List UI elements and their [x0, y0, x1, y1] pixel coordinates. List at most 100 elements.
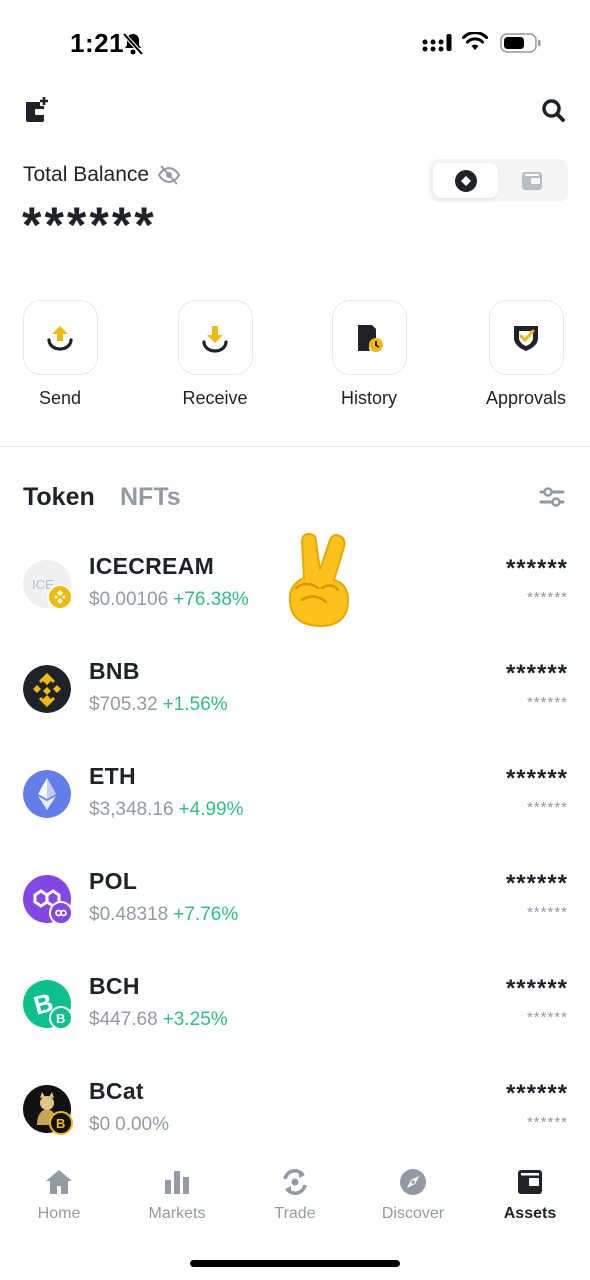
victory-hand-emoji-icon — [288, 532, 350, 628]
token-change: +4.99% — [178, 799, 244, 820]
approvals-button[interactable] — [488, 300, 564, 375]
nav-markets[interactable]: Markets — [118, 1167, 236, 1223]
svg-text:B: B — [56, 1116, 65, 1131]
token-value: ****** — [526, 1009, 568, 1026]
token-name: BNB — [89, 658, 140, 684]
markets-icon — [165, 1171, 189, 1194]
token-row[interactable]: B B BCH $447.68 +3.25% ****** ****** — [0, 973, 590, 1085]
bell-off-icon — [122, 32, 144, 56]
diamond-icon — [454, 169, 477, 192]
send-icon — [47, 325, 73, 351]
tab-token[interactable]: Token — [23, 483, 95, 512]
token-name: BCH — [89, 973, 140, 999]
eth-logo-icon — [23, 770, 71, 818]
nav-trade-label: Trade — [274, 1205, 316, 1222]
trade-icon — [283, 1169, 307, 1195]
nav-discover-label: Discover — [381, 1205, 445, 1222]
bcat-logo-icon: B — [23, 1085, 73, 1135]
icecream-logo: ICE — [23, 560, 73, 610]
token-price: $705.32 — [89, 694, 158, 715]
nav-assets-label: Assets — [503, 1205, 557, 1222]
receive-action[interactable]: Receive — [160, 300, 270, 409]
token-name: ICECREAM — [89, 553, 215, 579]
token-price: $0 — [89, 1114, 111, 1135]
token-price-line: $0.48318 +7.76% — [89, 904, 238, 926]
approvals-icon — [514, 325, 538, 351]
section-divider — [0, 446, 590, 447]
toggle-web3-option[interactable] — [433, 163, 498, 198]
token-value: ****** — [526, 799, 568, 816]
nav-markets-label: Markets — [148, 1205, 206, 1222]
nav-trade[interactable]: Trade — [236, 1167, 354, 1223]
toggle-wallet-option[interactable] — [499, 163, 564, 198]
cellular-signal-icon — [422, 34, 452, 52]
tab-nfts[interactable]: NFTs — [120, 483, 181, 512]
token-amount: ****** — [505, 555, 568, 582]
token-price-line: $447.68 +3.25% — [89, 1009, 228, 1031]
discover-icon — [400, 1169, 426, 1195]
token-row[interactable]: ETH $3,348.16 +4.99% ****** ****** — [0, 763, 590, 875]
token-name: ETH — [89, 763, 136, 789]
send-action[interactable]: Send — [5, 300, 115, 409]
assets-icon — [518, 1170, 542, 1194]
token-price: $447.68 — [89, 1009, 158, 1030]
token-value: ****** — [526, 589, 568, 606]
token-price: $3,348.16 — [89, 799, 174, 820]
filter-settings-icon[interactable] — [539, 485, 565, 509]
account-mode-toggle[interactable] — [429, 159, 568, 202]
token-amount: ****** — [505, 870, 568, 897]
svg-text:B: B — [56, 1011, 65, 1026]
bnb-logo-icon — [23, 665, 71, 713]
history-icon — [358, 324, 383, 352]
approvals-action[interactable]: Approvals — [471, 300, 581, 409]
token-change: +76.38% — [173, 589, 249, 610]
token-amount: ****** — [505, 765, 568, 792]
home-indicator — [190, 1260, 400, 1267]
home-icon — [46, 1170, 72, 1194]
bch-logo-icon: B B — [23, 980, 73, 1030]
token-row[interactable]: POL $0.48318 +7.76% ****** ****** — [0, 868, 590, 980]
status-time: 1:21 — [70, 28, 125, 58]
nav-discover[interactable]: Discover — [354, 1167, 472, 1223]
battery-icon — [500, 33, 541, 53]
token-price-line: $0 0.00% — [89, 1114, 169, 1136]
receive-icon — [202, 325, 228, 353]
approvals-label: Approvals — [485, 388, 567, 408]
wallet-icon — [521, 171, 542, 190]
token-change: +7.76% — [173, 904, 239, 925]
token-price-line: $705.32 +1.56% — [89, 694, 228, 716]
nav-home-label: Home — [37, 1205, 81, 1222]
search-icon[interactable] — [541, 98, 566, 123]
history-button[interactable] — [331, 300, 407, 375]
pol-logo-icon — [23, 875, 73, 925]
send-label: Send — [38, 388, 82, 408]
token-value: ****** — [526, 694, 568, 711]
bnb-chain-badge-icon — [47, 584, 73, 610]
token-price: $0.48318 — [89, 904, 169, 925]
token-value: ****** — [526, 1114, 568, 1131]
eye-off-icon[interactable] — [157, 164, 181, 186]
nav-home[interactable]: Home — [0, 1167, 118, 1223]
token-price-line: $3,348.16 +4.99% — [89, 799, 244, 821]
token-value: ****** — [526, 904, 568, 921]
token-change: +1.56% — [162, 694, 228, 715]
receive-button[interactable] — [177, 300, 253, 375]
receive-label: Receive — [182, 388, 248, 408]
token-change: 0.00% — [115, 1114, 170, 1135]
token-amount: ****** — [505, 975, 568, 1002]
status-bar: 1:21 — [0, 0, 590, 90]
wallet-add-icon[interactable] — [24, 96, 49, 123]
token-amount: ****** — [505, 660, 568, 687]
token-price-line: $0.00106 +76.38% — [89, 589, 249, 611]
token-row[interactable]: BNB $705.32 +1.56% ****** ****** — [0, 658, 590, 770]
total-balance-label: Total Balance — [23, 163, 150, 186]
token-amount: ****** — [505, 1080, 568, 1107]
total-balance-value: ****** — [22, 197, 157, 253]
wifi-icon — [462, 32, 488, 50]
send-button[interactable] — [22, 300, 98, 375]
history-action[interactable]: History — [314, 300, 424, 409]
history-label: History — [340, 388, 397, 408]
nav-assets[interactable]: Assets — [471, 1167, 589, 1223]
token-name: BCat — [89, 1078, 144, 1104]
token-name: POL — [89, 868, 138, 894]
